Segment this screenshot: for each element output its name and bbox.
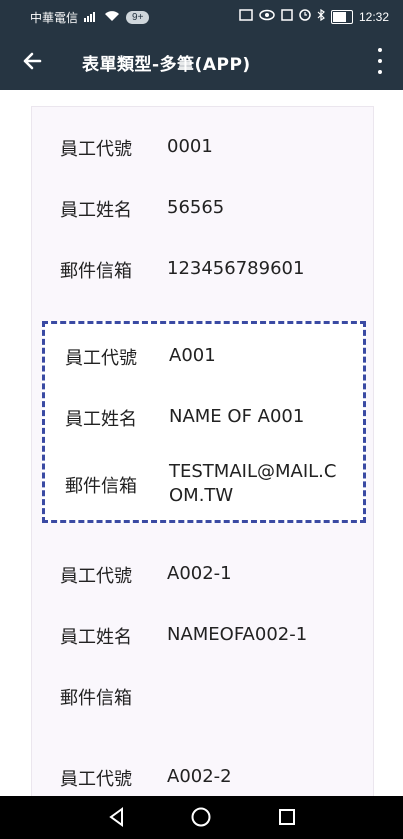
notification-badge: 9+ <box>126 11 150 24</box>
form-list[interactable]: 員工代號 0001 員工姓名 56565 郵件信箱 123456789601 員… <box>0 90 403 796</box>
more-options-button[interactable] <box>375 48 385 74</box>
recents-nav-button[interactable] <box>276 806 298 828</box>
field-value: NAMEOFA002-1 <box>167 624 308 645</box>
nfc-icon <box>281 9 293 24</box>
back-button[interactable] <box>20 49 48 73</box>
app-bar: 表單類型-多筆(APP) <box>0 32 403 90</box>
field-value: 56565 <box>167 197 225 218</box>
field-label: 員工姓名 <box>60 200 132 221</box>
square-recents-icon <box>279 809 295 825</box>
field-value: 123456789601 <box>167 258 305 279</box>
triangle-back-icon <box>109 807 123 827</box>
field-label: 員工代號 <box>60 769 132 790</box>
eye-icon <box>259 9 275 24</box>
page-title: 表單類型-多筆(APP) <box>82 55 251 75</box>
field-label: 員工姓名 <box>60 627 132 648</box>
signal-icon <box>84 10 98 25</box>
field-label: 員工代號 <box>60 566 132 587</box>
wifi-icon <box>104 10 120 25</box>
field-value: 0001 <box>167 136 213 157</box>
selected-record[interactable]: 員工代號 A001 員工姓名 NAME OF A001 郵件信箱 TESTMAI… <box>42 321 366 523</box>
field-value: A002-1 <box>167 563 232 584</box>
field-value: A001 <box>169 345 216 366</box>
alarm-icon <box>299 9 311 24</box>
field-label: 郵件信箱 <box>60 261 132 282</box>
clock: 12:32 <box>358 9 389 24</box>
circle-home-icon <box>191 807 211 827</box>
field-value: TESTMAIL@MAIL.COM.TW <box>169 461 337 506</box>
field-label: 員工代號 <box>60 139 132 160</box>
field-label: 郵件信箱 <box>65 476 137 497</box>
home-nav-button[interactable] <box>190 806 212 828</box>
cast-icon <box>239 9 253 24</box>
field-label: 郵件信箱 <box>60 688 132 709</box>
dot-icon <box>378 59 382 63</box>
back-nav-button[interactable] <box>106 806 128 828</box>
field-label: 員工代號 <box>65 348 137 369</box>
system-navigation-bar <box>0 796 403 839</box>
battery-icon <box>330 9 353 24</box>
dot-icon <box>378 48 382 52</box>
field-value: NAME OF A001 <box>169 406 305 427</box>
field-value: A002-2 <box>167 766 232 787</box>
form-card: 員工代號 0001 員工姓名 56565 郵件信箱 123456789601 員… <box>31 106 374 796</box>
status-bar: 中華電信 9+ 12:32 <box>0 0 403 32</box>
bluetooth-icon <box>317 8 325 24</box>
dot-icon <box>378 70 382 74</box>
arrow-left-icon <box>23 52 42 70</box>
carrier-label: 中華電信 <box>30 11 79 25</box>
field-label: 員工姓名 <box>65 409 137 430</box>
